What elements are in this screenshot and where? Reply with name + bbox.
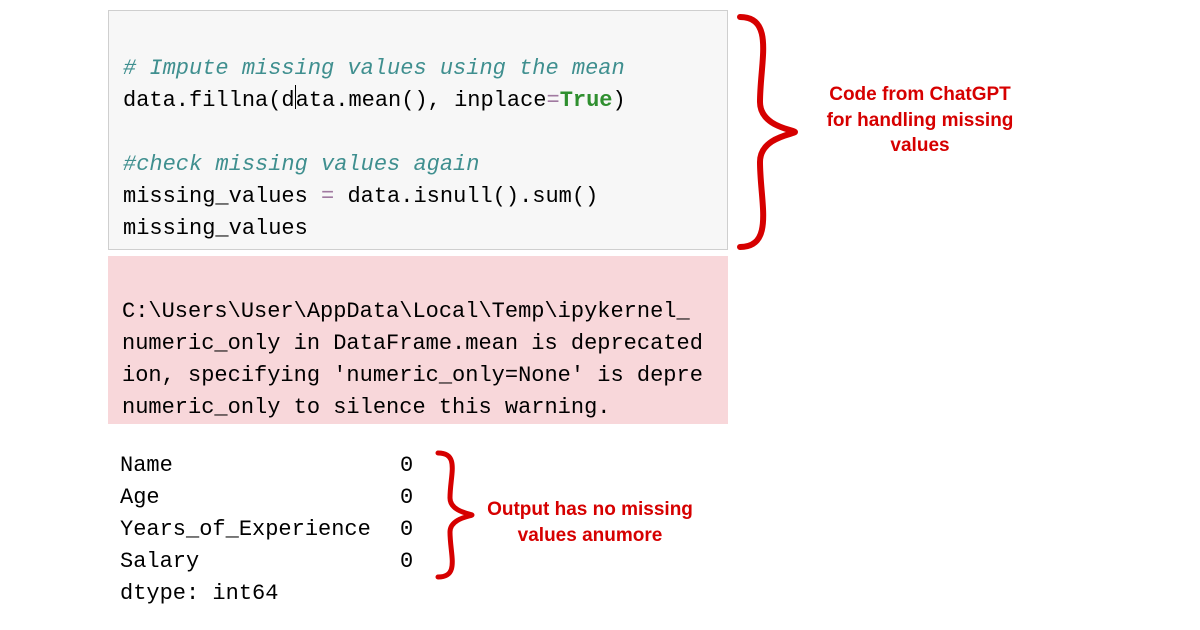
warning-line-4: numeric_only to silence this warning.: [122, 395, 610, 420]
warning-line-2: numeric_only in DataFrame.mean is deprec…: [122, 331, 703, 356]
annotation-top: Code from ChatGPT for handling missing v…: [815, 82, 1025, 159]
output-row: Age0: [120, 485, 413, 510]
code-cell: # Impute missing values using the mean d…: [108, 10, 728, 250]
code-comment-1: # Impute missing values using the mean: [123, 56, 625, 81]
output-label: Name: [120, 450, 400, 482]
output-label: Salary: [120, 546, 400, 578]
output-value: 0: [400, 485, 413, 510]
code-line-2a: data.fillna(d: [123, 88, 295, 113]
code-eq-2: =: [321, 184, 334, 209]
annotation-text: Code from ChatGPT for handling missing v…: [815, 82, 1025, 159]
warning-line-3: ion, specifying 'numeric_only=None' is d…: [122, 363, 703, 388]
code-eq-1: =: [546, 88, 559, 113]
warning-output: C:\Users\User\AppData\Local\Temp\ipykern…: [108, 256, 728, 424]
code-line-6: missing_values: [123, 216, 308, 241]
output-dtype: dtype: int64: [120, 581, 278, 606]
output-value: 0: [400, 517, 413, 542]
output-row: Salary0: [120, 549, 413, 574]
output-value: 0: [400, 453, 413, 478]
code-comment-2: #check missing values again: [123, 152, 479, 177]
code-line-5b: data.isnull().sum(): [334, 184, 598, 209]
output-label: Years_of_Experience: [120, 514, 400, 546]
code-line-5a: missing_values: [123, 184, 321, 209]
output-label: Age: [120, 482, 400, 514]
brace-icon: [735, 12, 805, 252]
code-close: ): [613, 88, 626, 113]
warning-line-1: C:\Users\User\AppData\Local\Temp\ipykern…: [122, 299, 690, 324]
annotation-text: Output has no missing values anumore: [485, 497, 695, 548]
annotation-bottom: Output has no missing values anumore: [485, 497, 695, 548]
output-row: Name0: [120, 453, 413, 478]
code-line-2b: ata.mean(), inplace: [296, 88, 547, 113]
output-value: 0: [400, 549, 413, 574]
output-row: Years_of_Experience0: [120, 517, 413, 542]
code-true: True: [560, 88, 613, 113]
